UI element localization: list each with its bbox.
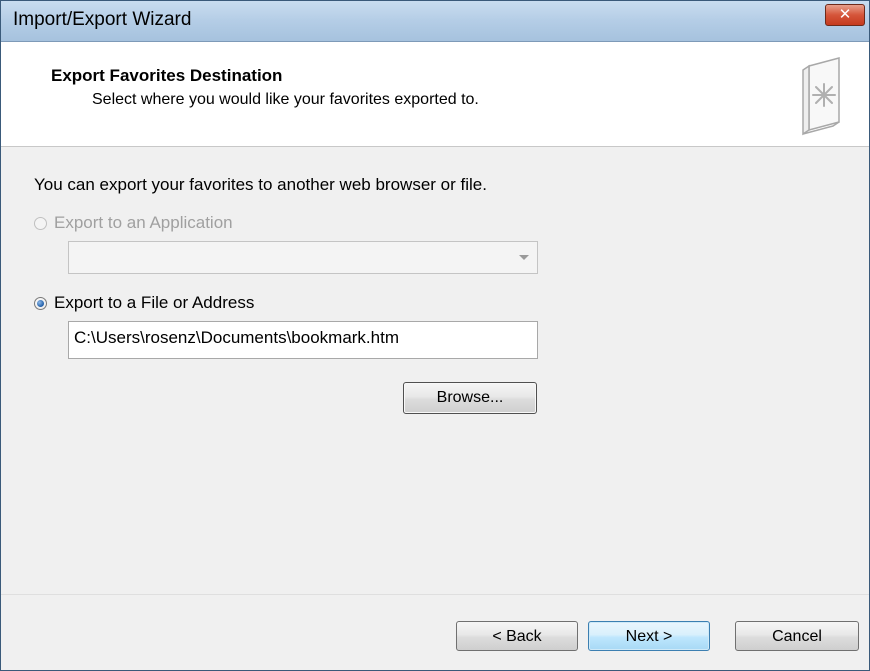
file-path-input[interactable]: C:\Users\rosenz\Documents\bookmark.htm	[68, 321, 538, 359]
favorites-book-icon	[802, 57, 840, 136]
application-dropdown[interactable]	[68, 241, 538, 274]
export-to-application-label: Export to an Application	[54, 213, 233, 232]
export-to-application-radio[interactable]	[34, 216, 47, 230]
import-export-wizard-window: Import/Export Wizard ✕ Export Favorites …	[0, 0, 870, 671]
title-bar[interactable]: Import/Export Wizard ✕	[1, 1, 869, 42]
cancel-button[interactable]: Cancel	[735, 621, 859, 651]
description-text: You can export your favorites to another…	[34, 175, 487, 194]
browse-button[interactable]: Browse...	[403, 382, 537, 414]
page-subtitle: Select where you would like your favorit…	[92, 91, 479, 108]
export-to-file-label: Export to a File or Address	[54, 293, 255, 312]
close-icon: ✕	[838, 6, 852, 23]
next-button[interactable]: Next >	[588, 621, 710, 651]
export-to-file-option[interactable]: Export to a File or Address	[34, 293, 254, 313]
close-button[interactable]: ✕	[825, 4, 865, 26]
window-title: Import/Export Wizard	[13, 9, 192, 30]
page-title: Export Favorites Destination	[51, 66, 283, 85]
export-to-application-option[interactable]: Export to an Application	[34, 213, 233, 233]
wizard-header: Export Favorites Destination Select wher…	[1, 42, 869, 147]
export-to-file-radio[interactable]	[34, 296, 47, 310]
back-button[interactable]: < Back	[456, 621, 578, 651]
chevron-down-icon	[519, 255, 529, 260]
footer-divider	[1, 594, 869, 595]
